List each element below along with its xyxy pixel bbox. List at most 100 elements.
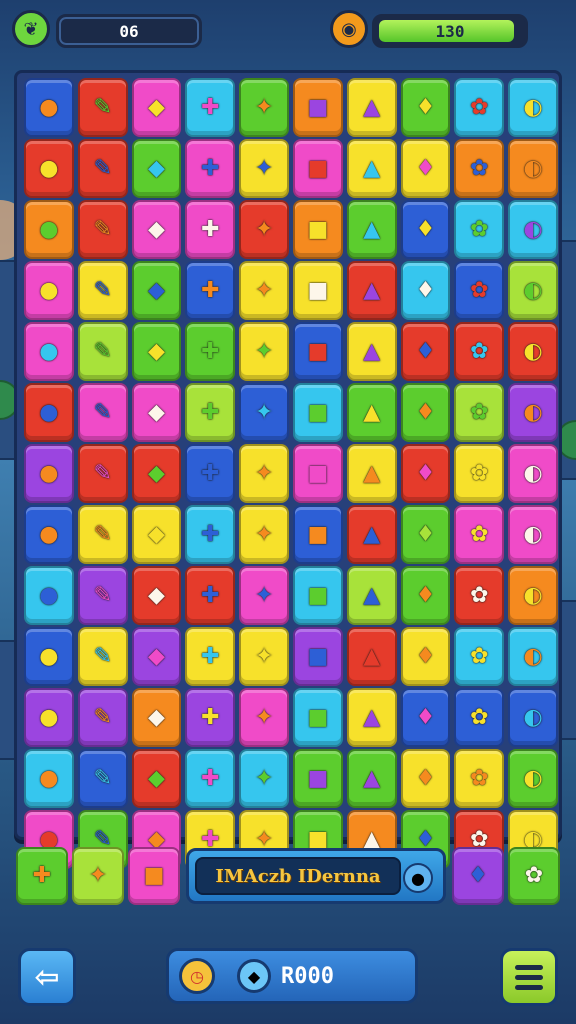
game-tile[interactable]: ♦ (400, 566, 451, 625)
game-tile[interactable]: ◐ (508, 688, 558, 747)
game-tile[interactable]: ✿ (454, 200, 505, 259)
game-tile[interactable]: ▲ (346, 688, 397, 747)
game-tile[interactable]: ✿ (454, 444, 505, 503)
game-tile[interactable]: ◆ (131, 322, 182, 381)
game-tile[interactable]: ● (24, 505, 74, 564)
game-tile[interactable]: ✿ (454, 688, 505, 747)
game-tile[interactable]: ▲ (346, 200, 397, 259)
game-tile[interactable]: ✦ (239, 627, 289, 686)
game-tile[interactable]: ◆ (131, 261, 182, 320)
game-tile[interactable]: ✿ (454, 78, 505, 137)
game-tile[interactable]: ● (24, 444, 74, 503)
game-tile[interactable]: ✚ (185, 505, 236, 564)
game-tile[interactable]: ■ (292, 78, 343, 137)
game-tile[interactable]: ■ (292, 200, 343, 259)
game-tile[interactable]: ◆ (131, 444, 182, 503)
game-tile[interactable]: ■ (292, 261, 343, 320)
game-tile[interactable]: ♦ (400, 505, 451, 564)
game-tile[interactable]: ● (24, 139, 74, 198)
back-button[interactable]: ⇦ (18, 948, 76, 1006)
game-tile[interactable]: ◐ (508, 78, 558, 137)
game-tile[interactable]: ▲ (346, 566, 397, 625)
game-tile[interactable]: ■ (292, 627, 343, 686)
game-tile[interactable]: ◐ (508, 566, 558, 625)
game-tile[interactable]: ✿ (508, 847, 560, 905)
game-tile[interactable]: ◆ (131, 627, 182, 686)
game-tile[interactable]: ✚ (16, 847, 68, 905)
game-tile[interactable]: ✦ (239, 78, 289, 137)
game-tile[interactable]: ✦ (239, 505, 289, 564)
center-panel-button[interactable]: ◷ ◆ R000 (166, 948, 418, 1004)
game-tile[interactable]: ✦ (239, 139, 289, 198)
coin-icon[interactable]: ◉ (330, 10, 368, 48)
game-tile[interactable]: ✎ (77, 261, 128, 320)
game-tile[interactable]: ◆ (131, 566, 182, 625)
game-tile[interactable]: ■ (292, 444, 343, 503)
game-tile[interactable]: ♦ (400, 688, 451, 747)
game-tile[interactable]: ✚ (185, 444, 236, 503)
game-tile[interactable]: ✦ (239, 322, 289, 381)
game-tile[interactable]: ◐ (508, 505, 558, 564)
game-tile[interactable]: ▲ (346, 322, 397, 381)
game-tile[interactable]: ● (24, 566, 74, 625)
game-tile[interactable]: ◆ (131, 749, 182, 808)
game-tile[interactable]: ◐ (508, 749, 558, 808)
game-tile[interactable]: ◆ (131, 139, 182, 198)
game-tile[interactable]: ✎ (77, 505, 128, 564)
leaf-icon[interactable]: ❦ (12, 10, 50, 48)
game-tile[interactable]: ■ (292, 383, 343, 442)
game-tile[interactable]: ■ (292, 505, 343, 564)
game-tile[interactable]: ▲ (346, 749, 397, 808)
game-tile[interactable]: ✦ (239, 688, 289, 747)
game-tile[interactable]: ✦ (72, 847, 124, 905)
game-tile[interactable]: ◆ (131, 688, 182, 747)
game-tile[interactable]: ◐ (508, 261, 558, 320)
game-tile[interactable]: ♦ (400, 383, 451, 442)
game-tile[interactable]: ◐ (508, 627, 558, 686)
game-tile[interactable]: ◐ (508, 322, 558, 381)
game-tile[interactable]: ✦ (239, 383, 289, 442)
game-tile[interactable]: ✚ (185, 322, 236, 381)
game-tile[interactable]: ✎ (77, 139, 128, 198)
game-tile[interactable]: ◐ (508, 139, 558, 198)
game-tile[interactable]: ▲ (346, 383, 397, 442)
game-tile[interactable]: ◐ (508, 200, 558, 259)
game-tile[interactable]: ✚ (185, 688, 236, 747)
game-tile[interactable]: ■ (128, 847, 180, 905)
game-tile[interactable]: ✎ (77, 566, 128, 625)
game-tile[interactable]: ✚ (185, 566, 236, 625)
game-tile[interactable]: ♦ (400, 261, 451, 320)
game-tile[interactable]: ✎ (77, 78, 128, 137)
game-tile[interactable]: ✿ (454, 261, 505, 320)
game-tile[interactable]: ◆ (131, 505, 182, 564)
game-tile[interactable]: ♦ (400, 322, 451, 381)
game-tile[interactable]: ✦ (239, 749, 289, 808)
game-tile[interactable]: ◐ (508, 383, 558, 442)
game-tile[interactable]: ✎ (77, 688, 128, 747)
game-tile[interactable]: ◆ (131, 383, 182, 442)
game-tile[interactable]: ✎ (77, 200, 128, 259)
game-tile[interactable]: ▲ (346, 139, 397, 198)
menu-button[interactable] (500, 948, 558, 1006)
game-tile[interactable]: ✿ (454, 566, 505, 625)
game-tile[interactable]: ✚ (185, 383, 236, 442)
game-tile[interactable]: ◐ (508, 444, 558, 503)
game-tile[interactable]: ✚ (185, 749, 236, 808)
game-tile[interactable]: ✎ (77, 322, 128, 381)
game-tile[interactable]: ▲ (346, 505, 397, 564)
game-tile[interactable]: ✎ (77, 749, 128, 808)
game-tile[interactable]: ✎ (77, 444, 128, 503)
game-tile[interactable]: ■ (292, 749, 343, 808)
game-tile[interactable]: ● (24, 78, 74, 137)
game-tile[interactable]: ● (24, 627, 74, 686)
game-tile[interactable]: ✦ (239, 444, 289, 503)
game-tile[interactable]: ▲ (346, 78, 397, 137)
game-tile[interactable]: ✦ (239, 261, 289, 320)
game-tile[interactable]: ■ (292, 139, 343, 198)
game-tile[interactable]: ✚ (185, 78, 236, 137)
game-tile[interactable]: ■ (292, 322, 343, 381)
game-tile[interactable]: ✿ (454, 383, 505, 442)
game-tile[interactable]: ● (24, 688, 74, 747)
game-tile[interactable]: ✎ (77, 383, 128, 442)
game-tile[interactable]: ● (24, 200, 74, 259)
